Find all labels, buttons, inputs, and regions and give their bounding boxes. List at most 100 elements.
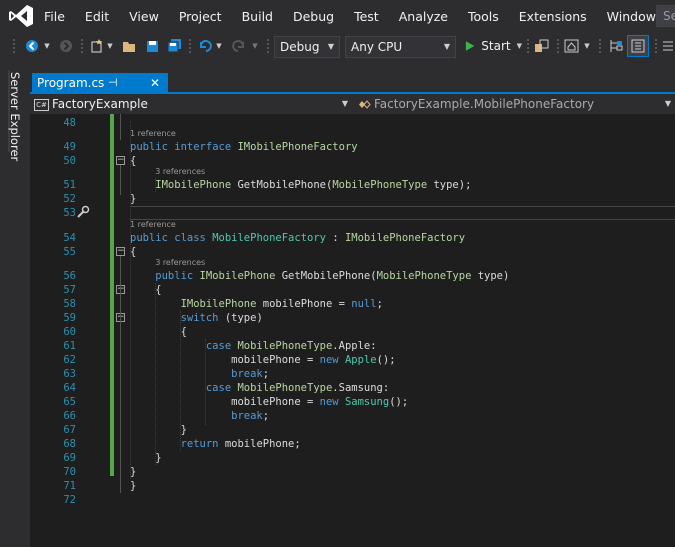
fold-class-collapse-icon[interactable]: − — [116, 247, 125, 256]
line-number: 59 — [63, 312, 76, 324]
new-dropdown-icon[interactable]: ▼ — [106, 36, 114, 56]
navigate-back-icon[interactable] — [22, 36, 42, 56]
indent-guide — [180, 311, 181, 451]
close-icon[interactable]: ✕ — [150, 73, 160, 93]
toolbar-grip[interactable] — [556, 38, 560, 54]
code-token: } — [130, 424, 187, 436]
line-number: 65 — [63, 396, 76, 408]
chevron-down-icon: ▼ — [516, 42, 522, 50]
layout-dropdown-icon[interactable]: ▼ — [582, 36, 592, 56]
toolbar-grip[interactable] — [188, 38, 192, 54]
code-token: break — [130, 410, 263, 422]
code-line: public IMobilePhone GetMobilePhone(Mobil… — [130, 269, 509, 283]
code-line: switch (type) — [130, 311, 263, 325]
change-tracking-bar — [110, 114, 114, 476]
code-token: (type) — [218, 312, 263, 324]
menu-item-project[interactable]: Project — [179, 9, 222, 24]
code-token: Apple — [344, 354, 377, 366]
code-token: IMobilePhoneFactory — [344, 232, 466, 244]
play-icon — [465, 41, 475, 51]
code-token: type); — [427, 179, 472, 191]
line-number: 60 — [63, 326, 76, 338]
line-number: 57 — [63, 284, 76, 296]
line-number: 70 — [63, 466, 76, 478]
code-line: { — [130, 325, 187, 339]
quick-actions-icon[interactable] — [76, 205, 90, 219]
toolbar-grip[interactable] — [266, 38, 270, 54]
codelens-references[interactable]: 1 reference — [130, 129, 176, 139]
menu-item-file[interactable]: File — [44, 9, 65, 24]
list-icon[interactable] — [660, 36, 675, 56]
solution-explorer-sync-icon[interactable] — [606, 36, 626, 56]
indent-guide — [155, 283, 156, 465]
menu-item-window[interactable]: Window — [607, 9, 656, 24]
menu-item-tools[interactable]: Tools — [468, 9, 499, 24]
home-icon[interactable] — [562, 36, 580, 56]
toolbar-grip[interactable] — [654, 38, 658, 54]
visual-studio-logo-icon[interactable] — [8, 4, 34, 28]
code-token: GetMobilePhone( — [231, 179, 333, 191]
start-debugging-button[interactable]: Start ▼ — [464, 36, 522, 56]
toolbar-grip[interactable] — [598, 38, 602, 54]
outline-line — [120, 165, 121, 195]
redo-dropdown-icon[interactable]: ▼ — [250, 36, 260, 56]
toolbar-grip[interactable] — [12, 38, 16, 54]
line-number: 56 — [63, 270, 76, 282]
process-icon[interactable] — [532, 36, 550, 56]
pin-icon[interactable]: ⊣ — [108, 73, 118, 93]
code-text-area[interactable]: 1 reference public interface IMobilePhone… — [130, 114, 675, 547]
fold-interface-collapse-icon[interactable]: − — [116, 156, 125, 165]
save-all-icon[interactable] — [165, 36, 183, 56]
codelens-references[interactable]: 3 references — [155, 167, 205, 177]
codelens-references[interactable]: 3 references — [155, 258, 205, 268]
menu-item-analyze[interactable]: Analyze — [399, 9, 448, 24]
solution-platform-dropdown[interactable]: Any CPU ▼ — [345, 36, 456, 58]
line-number: 64 — [63, 382, 76, 394]
line-number: 48 — [63, 117, 76, 129]
menu-bar: File Edit View Project Build Debug Test Analyze… — [0, 0, 675, 32]
menu-items: File Edit View Project Build Debug Test Analyze… — [44, 0, 675, 32]
codelens-references[interactable]: 1 reference — [130, 220, 176, 230]
code-token: new — [319, 354, 345, 366]
indent-guide — [130, 121, 131, 479]
line-number: 68 — [63, 438, 76, 450]
server-explorer-tab[interactable]: Server Explorer — [8, 72, 22, 161]
type-dropdown[interactable]: FactoryExample.MobilePhoneFactory ▼ — [358, 95, 675, 114]
line-number: 51 — [63, 179, 76, 191]
code-line: } — [130, 479, 136, 493]
solution-configuration-dropdown[interactable]: Debug ▼ — [274, 36, 340, 58]
menu-item-debug[interactable]: Debug — [293, 9, 334, 24]
toggle-view-icon[interactable] — [627, 35, 649, 57]
undo-dropdown-icon[interactable]: ▼ — [214, 36, 224, 56]
code-line: } — [130, 451, 161, 465]
line-number: 52 — [63, 193, 76, 205]
menu-item-view[interactable]: View — [129, 9, 159, 24]
back-dropdown-icon[interactable]: ▼ — [42, 36, 52, 56]
code-token: IMobilePhone — [130, 298, 257, 310]
code-token: (); — [376, 354, 396, 366]
code-token: MobilePhoneType — [376, 270, 472, 282]
tab-program-cs[interactable]: Program.cs ⊣ ✕ — [32, 73, 168, 93]
project-dropdown[interactable]: C# FactoryExample ▼ — [34, 95, 352, 114]
save-icon[interactable] — [143, 36, 161, 56]
toolbar-grip[interactable] — [526, 38, 530, 54]
redo-icon[interactable] — [230, 36, 248, 56]
undo-icon[interactable] — [196, 36, 214, 56]
menu-item-edit[interactable]: Edit — [85, 9, 109, 24]
menu-item-test[interactable]: Test — [354, 9, 379, 24]
toolbar-grip[interactable] — [80, 38, 84, 54]
code-token: null — [351, 298, 377, 310]
line-number: 67 — [63, 424, 76, 436]
line-number: 61 — [63, 340, 76, 352]
menu-item-build[interactable]: Build — [242, 9, 273, 24]
search-input[interactable]: Se — [656, 5, 675, 27]
line-number: 58 — [63, 298, 76, 310]
navigate-forward-icon[interactable] — [56, 36, 76, 56]
new-project-icon[interactable] — [88, 36, 106, 56]
code-token: public — [130, 232, 175, 244]
code-token: .Apple: — [332, 340, 377, 352]
indent-guide — [205, 339, 206, 425]
menu-item-extensions[interactable]: Extensions — [519, 9, 587, 24]
code-editor[interactable]: 48 49 50 51 52 53 54 55 56 57 58 59 60 61 62 63 64 65 66 67… — [30, 114, 675, 547]
open-folder-icon[interactable] — [120, 36, 138, 56]
